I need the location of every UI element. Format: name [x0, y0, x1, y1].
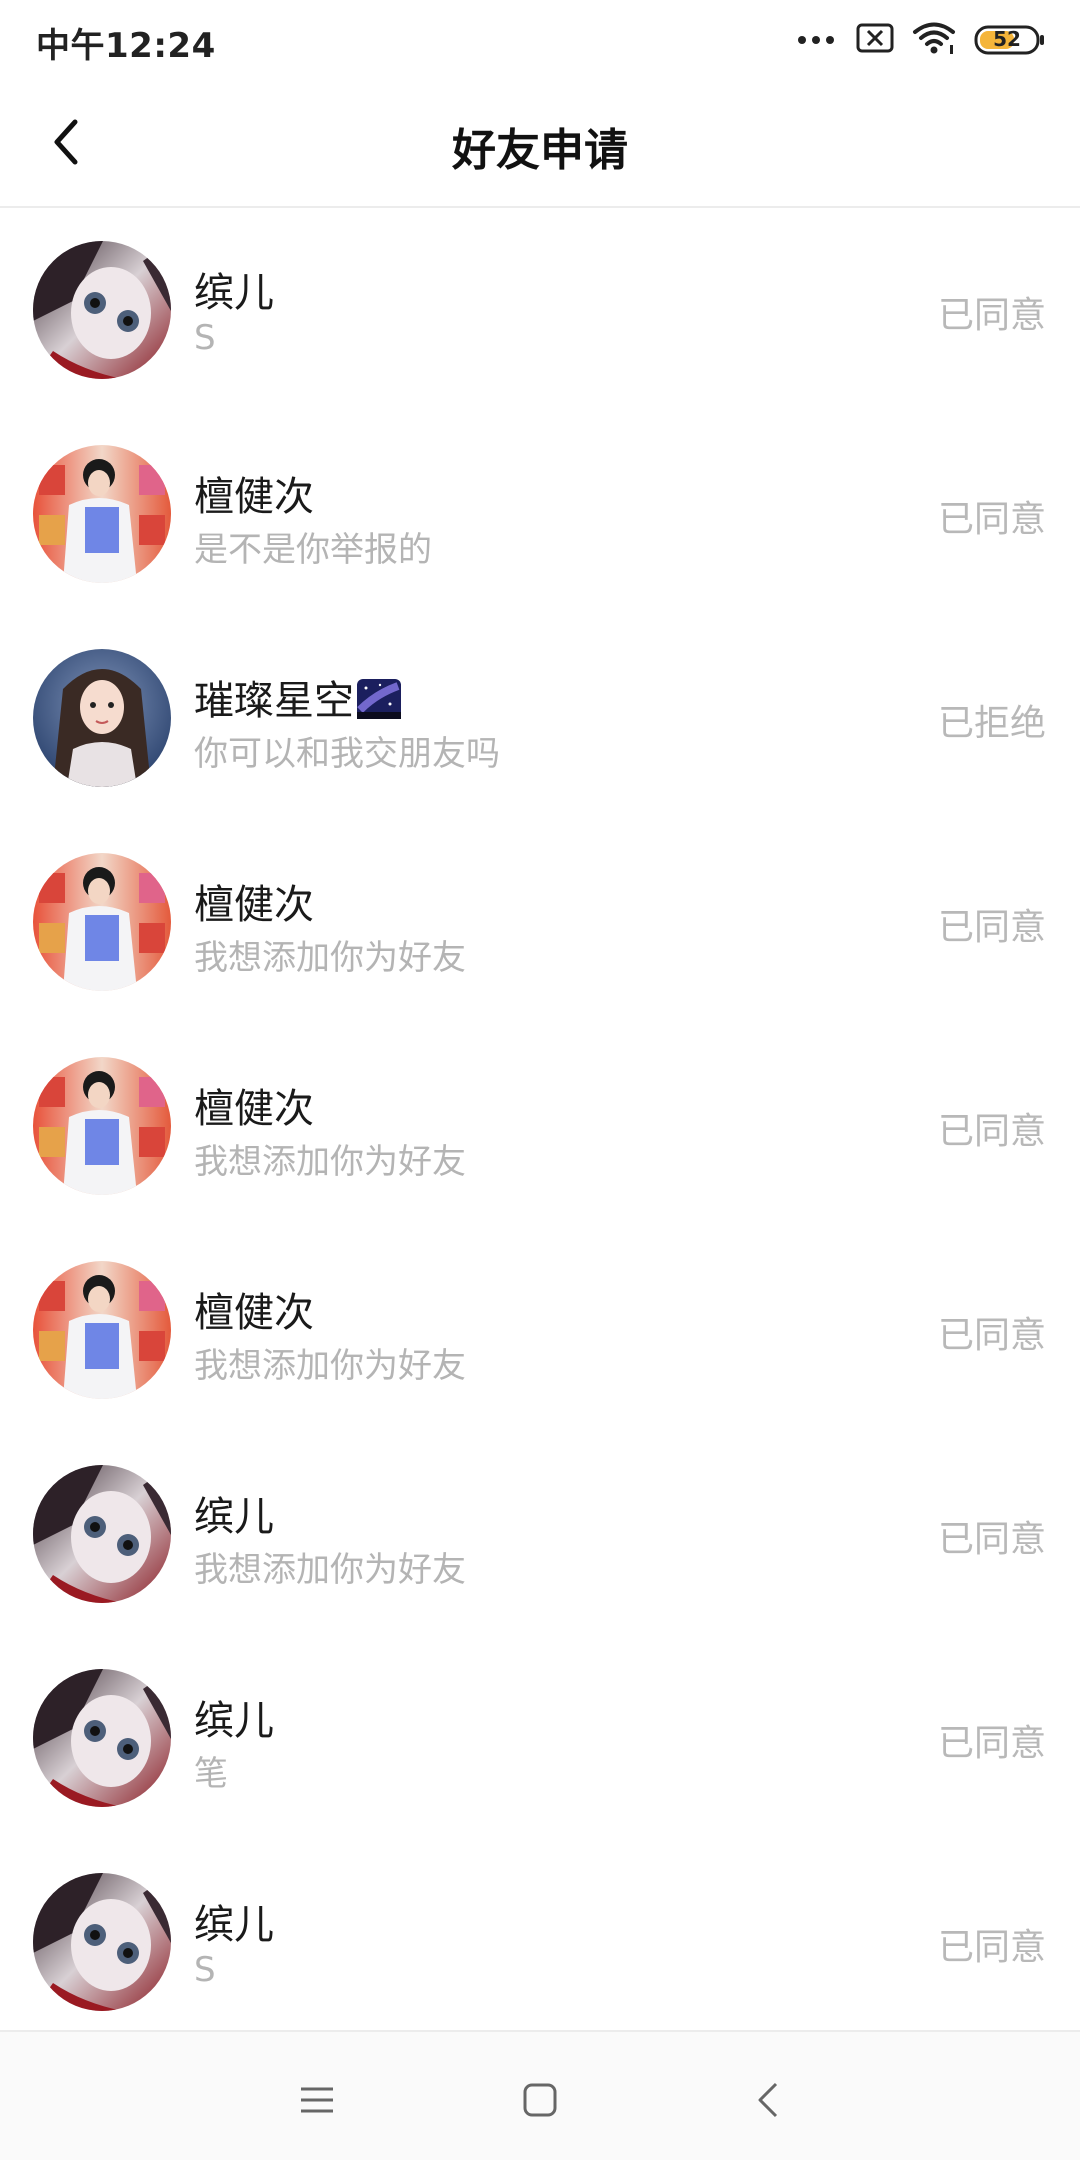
status-time: 中午12:24: [36, 26, 216, 66]
request-message: 我想添加你为好友: [194, 1346, 466, 1386]
list-item[interactable]: 缤儿 S 已同意: [0, 208, 1080, 412]
system-nav-bar: [0, 2030, 1080, 2160]
home-button[interactable]: [510, 2070, 570, 2130]
list-item[interactable]: 檀健次 我想添加你为好友 已同意: [0, 820, 1080, 1024]
nickname: 檀健次: [194, 474, 314, 520]
request-message: 笔: [194, 1754, 228, 1794]
nickname: 缤儿: [194, 1494, 274, 1540]
avatar[interactable]: [33, 1057, 171, 1195]
more-dots-icon: [798, 36, 834, 44]
avatar[interactable]: [33, 1873, 171, 2011]
request-status[interactable]: 已同意: [938, 898, 1046, 950]
request-status[interactable]: 已同意: [938, 1102, 1046, 1154]
home-square-icon: [523, 2083, 557, 2117]
system-back-button[interactable]: [738, 2070, 798, 2130]
sim-off-icon: [856, 23, 894, 57]
request-status[interactable]: 已同意: [938, 1510, 1046, 1562]
status-icons: 52: [798, 20, 1046, 60]
request-status[interactable]: 已同意: [938, 1306, 1046, 1358]
menu-button[interactable]: [287, 2070, 347, 2130]
request-message: 我想添加你为好友: [194, 938, 466, 978]
nickname: 缤儿: [194, 1698, 274, 1744]
request-status[interactable]: 已同意: [938, 1918, 1046, 1970]
status-bar: 中午12:24 52: [0, 0, 1080, 80]
menu-icon: [301, 2087, 333, 2113]
back-triangle-icon: [758, 2082, 778, 2118]
avatar[interactable]: [33, 1465, 171, 1603]
app-header: 好友申请: [0, 80, 1080, 208]
page-title: 好友申请: [452, 125, 628, 176]
list-item[interactable]: 缤儿 我想添加你为好友 已同意: [0, 1432, 1080, 1636]
avatar[interactable]: [33, 445, 171, 583]
list-item[interactable]: 檀健次 我想添加你为好友 已同意: [0, 1024, 1080, 1228]
list-item[interactable]: 檀健次 是不是你举报的 已同意: [0, 412, 1080, 616]
request-status[interactable]: 已同意: [938, 1714, 1046, 1766]
avatar[interactable]: [33, 853, 171, 991]
nickname-text: 璀璨星空: [194, 678, 354, 724]
list-item[interactable]: 缤儿 S 已同意: [0, 1840, 1080, 2028]
milky-way-emoji: [356, 676, 402, 722]
request-message: 我想添加你为好友: [194, 1550, 466, 1590]
avatar[interactable]: [33, 1669, 171, 1807]
nickname: 缤儿: [194, 1902, 274, 1948]
request-status[interactable]: 已拒绝: [938, 694, 1046, 746]
request-message: S: [194, 318, 216, 358]
wifi-icon: [912, 21, 956, 59]
request-status[interactable]: 已同意: [938, 490, 1046, 542]
avatar[interactable]: [33, 1261, 171, 1399]
battery-level: 52: [993, 27, 1021, 51]
nickname: 璀璨星空: [194, 668, 402, 726]
avatar[interactable]: [33, 241, 171, 379]
request-message: 是不是你举报的: [194, 530, 432, 570]
battery-icon: 52: [974, 24, 1046, 56]
avatar[interactable]: [33, 649, 171, 787]
list-item[interactable]: 璀璨星空 你可以和我交朋友吗 已拒绝: [0, 616, 1080, 820]
friend-request-list: 缤儿 S 已同意 檀健次 是不是你举报的 已同意 璀璨星空 你可以和我交朋友吗 …: [0, 208, 1080, 2028]
nickname: 檀健次: [194, 1290, 314, 1336]
request-status[interactable]: 已同意: [938, 286, 1046, 338]
request-message: 你可以和我交朋友吗: [194, 734, 500, 774]
nickname: 檀健次: [194, 1086, 314, 1132]
nickname: 缤儿: [194, 270, 274, 316]
request-message: S: [194, 1950, 216, 1990]
list-item[interactable]: 缤儿 笔 已同意: [0, 1636, 1080, 1840]
request-message: 我想添加你为好友: [194, 1142, 466, 1182]
list-item[interactable]: 檀健次 我想添加你为好友 已同意: [0, 1228, 1080, 1432]
nickname: 檀健次: [194, 882, 314, 928]
